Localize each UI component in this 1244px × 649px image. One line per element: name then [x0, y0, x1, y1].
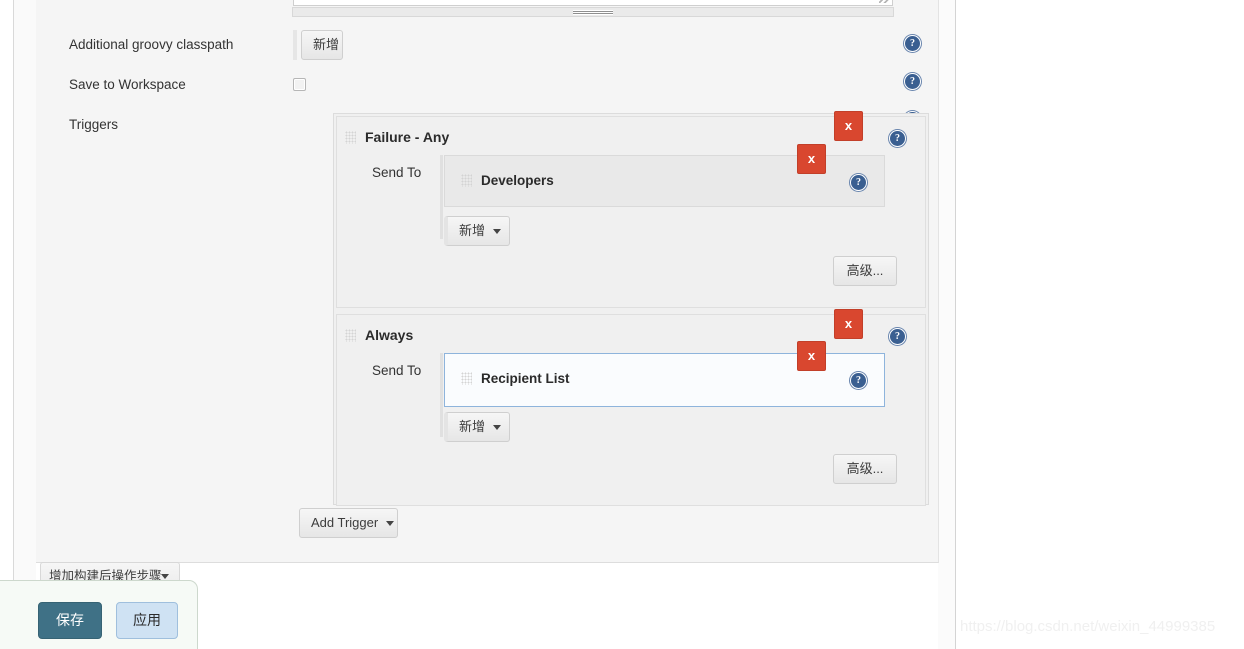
recipient-title: Recipient List: [461, 371, 570, 386]
send-to-label: Send To: [372, 363, 422, 378]
help-recipient[interactable]: ?: [851, 175, 866, 190]
label-save-to-workspace: Save to Workspace: [69, 77, 186, 92]
trigger-title: Failure - Any: [345, 129, 449, 145]
help-trigger[interactable]: ?: [890, 131, 905, 146]
recipient-title: Developers: [461, 173, 554, 188]
label-triggers: Triggers: [69, 117, 119, 132]
drag-handle-icon[interactable]: [345, 131, 356, 144]
drag-handle-icon[interactable]: [461, 174, 472, 187]
add-recipient-button[interactable]: 新增: [444, 216, 510, 246]
send-to-accent-strip: [440, 155, 443, 239]
label-additional-groovy-classpath: Additional groovy classpath: [69, 37, 234, 52]
apply-button[interactable]: 应用: [116, 602, 178, 639]
add-recipient-label: 新增: [459, 223, 486, 238]
save-button[interactable]: 保存: [38, 602, 102, 639]
question-mark-icon: ?: [905, 74, 920, 89]
remove-recipient-button[interactable]: x: [797, 144, 826, 174]
recipient-name: Recipient List: [481, 371, 570, 386]
drag-grip-icon: [573, 10, 613, 15]
recipient-card[interactable]: Developers x ?: [444, 144, 885, 207]
advanced-button[interactable]: 高级...: [833, 454, 897, 484]
chevron-down-icon: [161, 574, 169, 579]
question-mark-icon: ?: [851, 175, 866, 190]
form-left-gutter: [14, 0, 36, 649]
control-accent-strip: [293, 30, 297, 60]
triggers-container: Failure - Any x ? Send To Developers x ?: [333, 111, 929, 506]
page-left-margin: [0, 0, 13, 649]
textarea-resize-handle[interactable]: [879, 0, 890, 3]
add-recipient-button[interactable]: 新增: [444, 412, 510, 442]
chevron-down-icon: [386, 521, 395, 527]
save-to-workspace-controls: [293, 78, 306, 91]
drag-handle-icon[interactable]: [461, 372, 472, 385]
page-right-margin: [956, 0, 1244, 649]
trigger-block: Failure - Any x ? Send To Developers x ?: [336, 111, 926, 308]
add-trigger-button[interactable]: Add Trigger: [299, 508, 398, 538]
send-to-label: Send To: [372, 165, 422, 180]
remove-recipient-button[interactable]: x: [797, 341, 826, 371]
trigger-name: Always: [365, 327, 414, 343]
save-to-workspace-checkbox[interactable]: [293, 78, 306, 91]
advanced-button[interactable]: 高级...: [833, 256, 897, 286]
send-to-accent-strip: [440, 353, 443, 437]
watermark-text: https://blog.csdn.net/weixin_44999385: [960, 618, 1216, 635]
help-save-to-workspace[interactable]: ?: [905, 74, 921, 90]
question-mark-icon: ?: [905, 36, 920, 51]
script-textarea[interactable]: [293, 0, 893, 6]
trigger-block: Always x ? Send To Recipient List x ? 新增…: [336, 309, 926, 506]
question-mark-icon: ?: [890, 329, 905, 344]
chevron-down-icon: [493, 229, 502, 235]
row-save-to-workspace: Save to Workspace ?: [36, 74, 938, 102]
help-recipient[interactable]: ?: [851, 373, 866, 388]
help-trigger[interactable]: ?: [890, 329, 905, 344]
drag-handle-icon[interactable]: [345, 329, 356, 342]
floating-save-bar: 保存 应用: [0, 580, 198, 649]
textarea-drag-bar[interactable]: [292, 7, 894, 17]
add-classpath-button[interactable]: 新增: [301, 30, 343, 60]
chevron-down-icon: [493, 425, 502, 431]
help-additional-groovy-classpath[interactable]: ?: [905, 36, 921, 52]
question-mark-icon: ?: [851, 373, 866, 388]
recipient-card[interactable]: Recipient List x ?: [444, 341, 885, 407]
trigger-name: Failure - Any: [365, 129, 450, 145]
question-mark-icon: ?: [890, 131, 905, 146]
page-root: Additional groovy classpath 新增 ? Save to…: [0, 0, 1244, 649]
trigger-title: Always: [345, 327, 413, 343]
add-recipient-label: 新增: [459, 419, 486, 434]
job-config-panel: Additional groovy classpath 新增 ? Save to…: [36, 0, 939, 563]
add-trigger-label: Add Trigger: [311, 515, 379, 530]
remove-trigger-button[interactable]: x: [834, 309, 863, 339]
row-additional-groovy-classpath: Additional groovy classpath 新增 ?: [36, 30, 938, 68]
form-right-gutter: [938, 0, 955, 649]
remove-trigger-button[interactable]: x: [834, 111, 863, 141]
recipient-name: Developers: [481, 173, 554, 188]
